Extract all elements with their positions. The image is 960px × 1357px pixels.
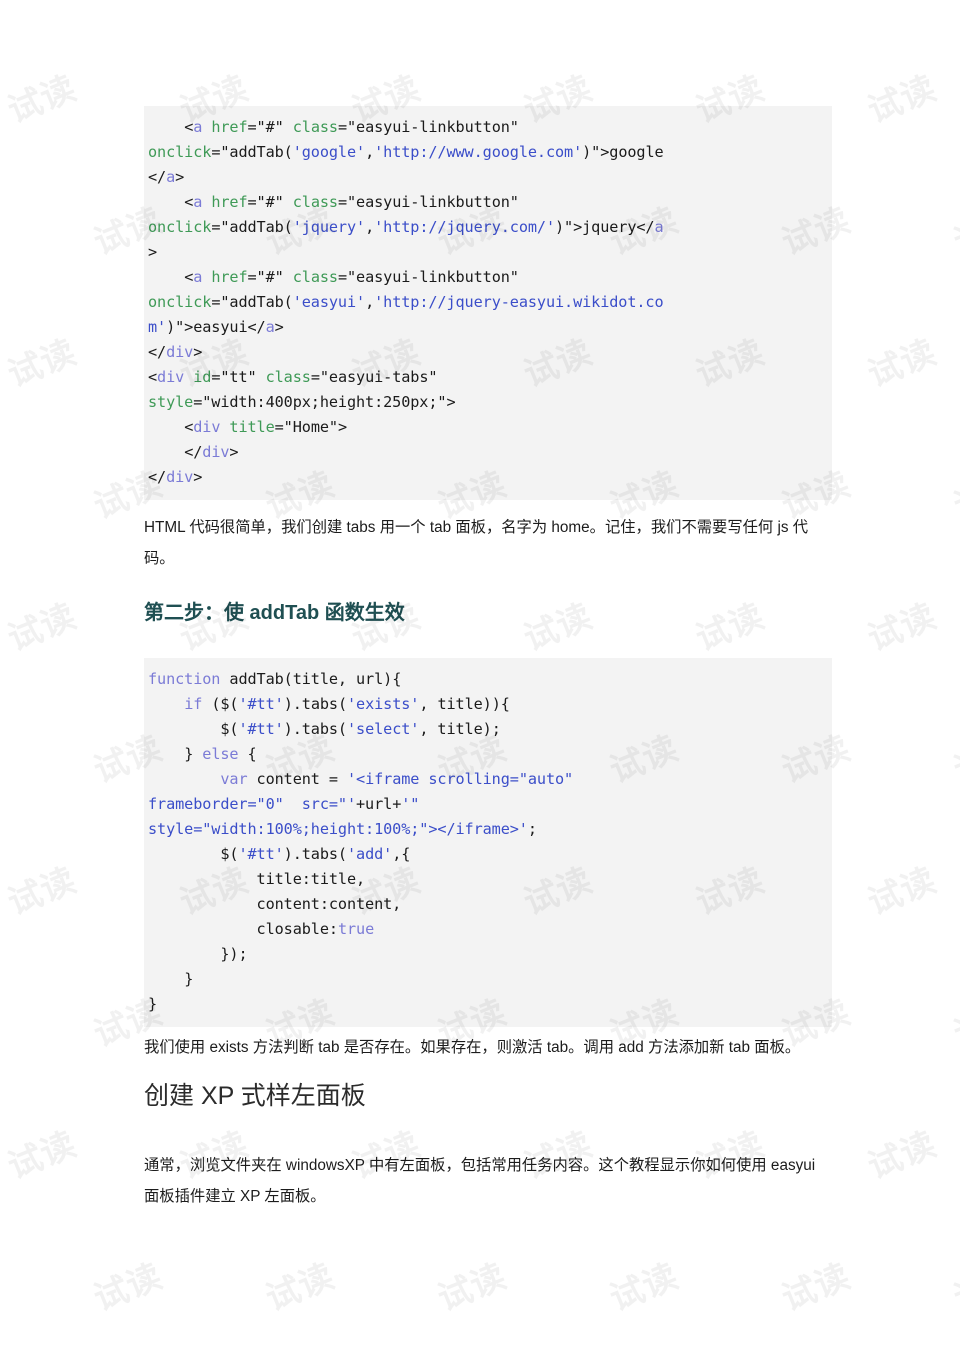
paragraph-xp-intro: 通常，浏览文件夹在 windowsXP 中有左面板，包括常用任务内容。这个教程显… (144, 1157, 816, 1205)
document-page: <a href="#" class="easyui-linkbutton" on… (0, 0, 960, 1357)
code-block-html: <a href="#" class="easyui-linkbutton" on… (144, 106, 832, 500)
heading-step-two: 第二步：使 addTab 函数生效 (144, 602, 405, 624)
paragraph-html-explanation: HTML 代码很简单，我们创建 tabs 用一个 tab 面板，名字为 home… (144, 519, 809, 567)
heading-xp-panel: 创建 XP 式样左面板 (144, 1082, 366, 1110)
paragraph-exists-explanation: 我们使用 exists 方法判断 tab 是否存在。如果存在，则激活 tab。调… (144, 1039, 801, 1056)
code-block-javascript: function addTab(title, url){ if ($('#tt'… (144, 658, 832, 1027)
